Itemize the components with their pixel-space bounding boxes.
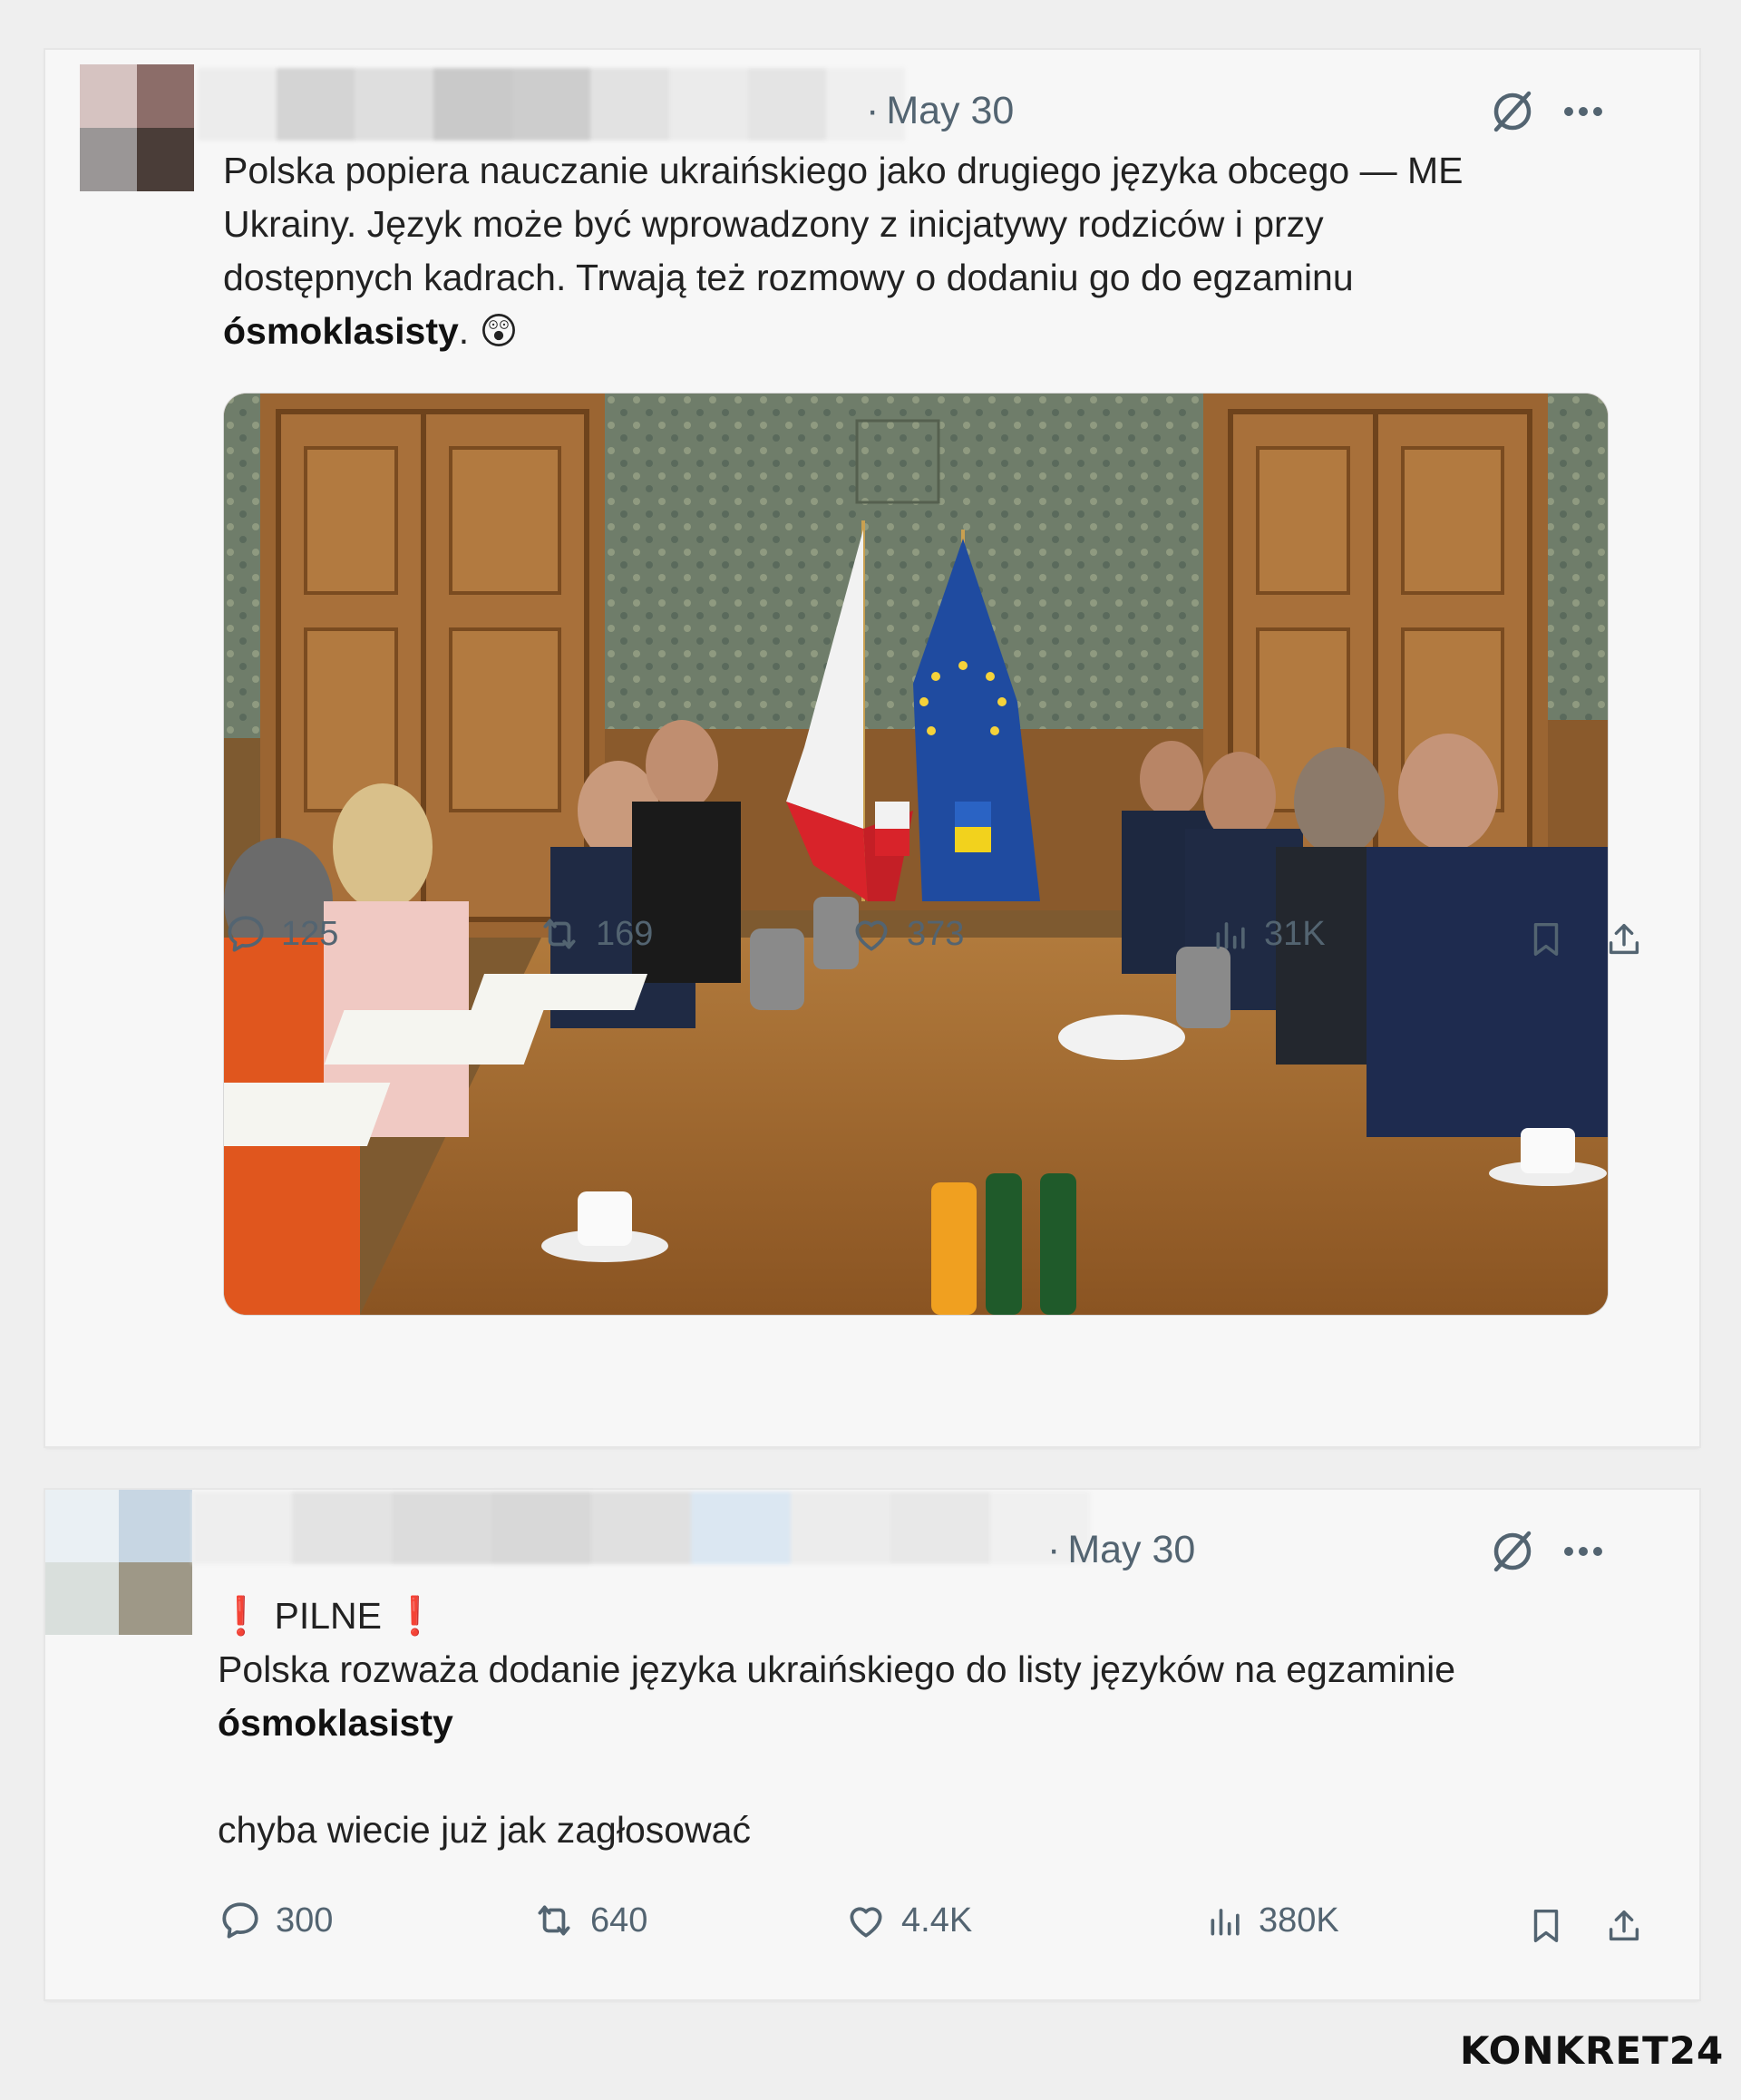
- astonished-face-emoji: 😲: [479, 309, 519, 353]
- reply-button[interactable]: 125: [223, 911, 338, 957]
- repost-button[interactable]: 640: [530, 1898, 647, 1943]
- exclamation-icon: ❗: [218, 1594, 265, 1638]
- bold-word: ósmoklasisty: [223, 310, 459, 352]
- tweet-text: Polska popiera nauczanie ukraińskiego ja…: [223, 144, 1463, 358]
- tweet-card[interactable]: · May 30 ❗ PILNE ❗ Polska rozważa dodanie…: [45, 1490, 1699, 1999]
- grok-icon[interactable]: [1487, 1526, 1538, 1577]
- reply-icon: [228, 916, 264, 952]
- views-button[interactable]: 31K: [1211, 911, 1326, 957]
- alert-line: ❗ PILNE ❗: [218, 1590, 1455, 1643]
- avatar[interactable]: [45, 1490, 192, 1635]
- repost-count: 169: [596, 914, 654, 953]
- meeting-photo: [224, 394, 1608, 1315]
- tweet-text: ❗ PILNE ❗ Polska rozważa dodanie języka …: [218, 1590, 1455, 1857]
- tweet-date[interactable]: · May 30: [866, 89, 1014, 133]
- tweet-text-line: Polska rozważa dodanie języka ukraińskie…: [218, 1648, 1456, 1690]
- views-count: 31K: [1264, 914, 1326, 953]
- reply-icon: [222, 1902, 258, 1939]
- tweet-photo[interactable]: [223, 393, 1609, 1316]
- author-name-blurred[interactable]: [198, 68, 906, 141]
- alert-label: PILNE: [274, 1595, 382, 1637]
- avatar[interactable]: [80, 64, 194, 191]
- like-count: 4.4K: [901, 1901, 973, 1940]
- views-count: 380K: [1259, 1901, 1339, 1940]
- share-icon[interactable]: [1603, 1903, 1645, 1949]
- exclamation-icon: ❗: [392, 1594, 439, 1638]
- author-name-blurred[interactable]: [192, 1492, 1090, 1564]
- more-icon[interactable]: [1561, 104, 1605, 119]
- tweet-actions: 300 640 4.4K 380K: [218, 1898, 1639, 1961]
- tweet-text-line: Polska popiera nauczanie ukraińskiego ja…: [223, 150, 1464, 191]
- like-button[interactable]: 373: [849, 911, 964, 957]
- like-count: 373: [907, 914, 965, 953]
- tweet-date[interactable]: · May 30: [1047, 1528, 1195, 1572]
- reply-button[interactable]: 300: [218, 1898, 333, 1943]
- grok-icon[interactable]: [1487, 86, 1538, 137]
- share-icon[interactable]: [1603, 917, 1645, 962]
- bold-word: ósmoklasisty: [218, 1702, 453, 1744]
- repost-button[interactable]: 169: [536, 911, 653, 957]
- bookmark-icon[interactable]: [1525, 1903, 1567, 1949]
- more-icon[interactable]: [1561, 1544, 1605, 1559]
- like-button[interactable]: 4.4K: [843, 1898, 972, 1943]
- tweet-text-line: Ukrainy. Język może być wprowadzony z in…: [223, 203, 1324, 245]
- konkret24-logo: KONKRET24: [1460, 2028, 1725, 2073]
- views-button[interactable]: 380K: [1206, 1898, 1339, 1943]
- reply-count: 125: [281, 914, 339, 953]
- repost-count: 640: [590, 1901, 648, 1940]
- tweet-card[interactable]: · May 30 Polska popiera nauczanie ukraińs…: [45, 50, 1699, 1446]
- bookmark-icon[interactable]: [1525, 917, 1567, 962]
- tweet-actions: 125 169 373 31K: [223, 911, 1639, 975]
- views-icon: [1211, 1909, 1240, 1936]
- tweet-text-line: chyba wiecie już jak zagłosować: [218, 1809, 751, 1851]
- reply-count: 300: [276, 1901, 334, 1940]
- views-icon: [1216, 922, 1245, 949]
- repost-icon: [543, 919, 576, 949]
- repost-icon: [538, 1905, 570, 1936]
- punctuation: .: [458, 310, 470, 352]
- like-icon: [850, 1907, 882, 1938]
- like-icon: [855, 920, 888, 951]
- tweet-text-line: dostępnych kadrach. Trwają też rozmowy o…: [223, 257, 1354, 298]
